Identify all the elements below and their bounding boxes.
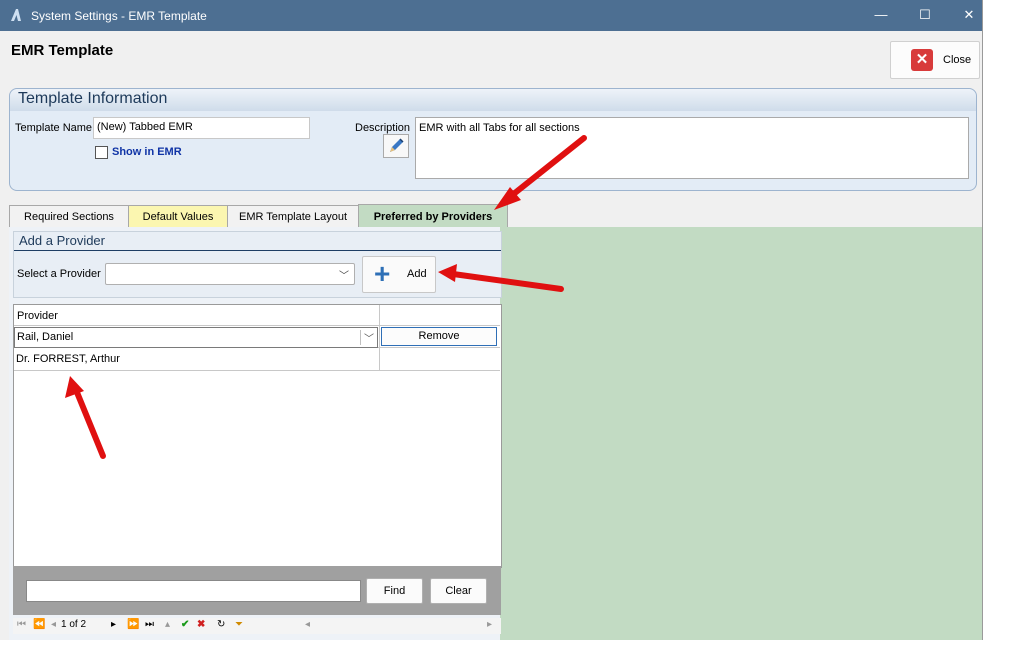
annotation-arrows — [65, 135, 587, 459]
annotation-arrow-tab — [503, 135, 587, 203]
annotation-arrow-add — [443, 270, 564, 292]
annotation-arrowhead-add — [438, 264, 457, 282]
annotation-arrow-row — [71, 382, 106, 459]
